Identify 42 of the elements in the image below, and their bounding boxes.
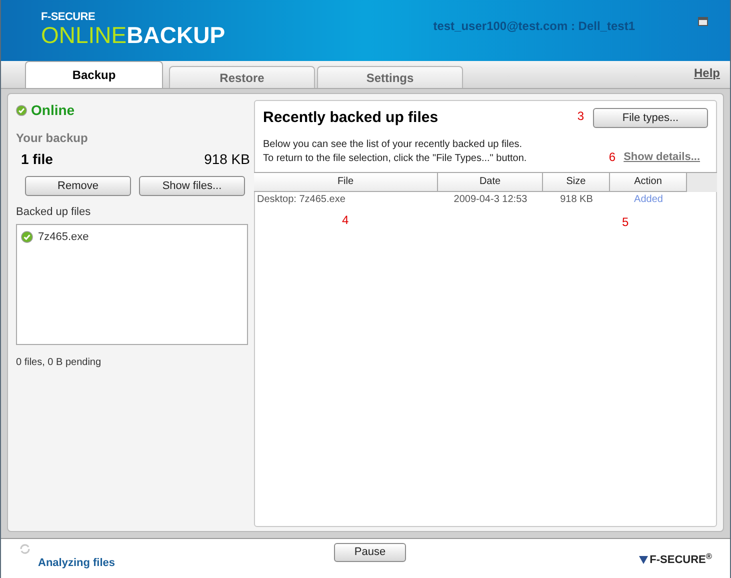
account-label: test_user100@test.com : Dell_test1 <box>433 18 635 35</box>
column-header[interactable]: Size <box>543 172 610 192</box>
table-cell-text: Added <box>633 192 664 206</box>
help-link[interactable]: Help <box>694 64 720 82</box>
footer-logo: F-SECURE$^{®}$ <box>650 552 712 568</box>
check-icon <box>16 105 27 116</box>
panel-title: Recently backed up files <box>263 108 438 128</box>
logo-icon <box>638 556 648 564</box>
annotation-number: 4 <box>342 212 349 228</box>
status-label: Online <box>31 101 75 120</box>
pending-label: 0 files, 0 B pending <box>16 356 102 370</box>
panel-button[interactable]: Remove <box>25 176 131 196</box>
tab[interactable]: Backup <box>25 61 163 88</box>
table-cell-text: 2009-04-3 12:53 <box>452 192 528 206</box>
brand-name: F-SECURE <box>41 12 96 23</box>
brand-word: ONLINE <box>41 24 127 47</box>
column-header[interactable]: Date <box>438 172 543 192</box>
file-types-button[interactable]: File types... <box>593 108 708 128</box>
annotation-number: 5 <box>622 214 629 230</box>
tab[interactable]: Settings <box>317 66 463 88</box>
window-icon[interactable] <box>698 17 708 26</box>
description-text: To return to the file selection, click the "File Types..." button. <box>263 152 527 166</box>
column-header[interactable]: File <box>254 172 438 192</box>
section-label: Your backup <box>16 130 89 147</box>
table-cell-text: 918 KB <box>559 192 594 206</box>
check-icon <box>21 230 33 243</box>
status-text: Analyzing files <box>38 556 116 571</box>
annotation-number: 6 <box>608 148 616 166</box>
show-details-link[interactable]: Show details... <box>624 149 700 166</box>
annotation-number: 3 <box>577 108 584 125</box>
pause-button[interactable]: Pause <box>334 543 406 562</box>
list-title: Backed up files <box>16 205 92 220</box>
tab[interactable]: Restore <box>169 66 315 88</box>
file-list-item[interactable]: 7z465.exe <box>21 228 243 245</box>
table-cell-text: Desktop: 7z465.exe <box>256 192 346 206</box>
sync-icon <box>19 543 31 555</box>
column-header[interactable]: Action <box>610 172 687 192</box>
brand-word: BACKUP <box>126 24 226 47</box>
panel-button[interactable]: Show files... <box>139 176 245 196</box>
backup-size: 918 KB <box>204 150 250 169</box>
file-count: 1 file <box>21 150 53 169</box>
description-text: Below you can see the list of your recently backed up files. <box>263 138 524 152</box>
